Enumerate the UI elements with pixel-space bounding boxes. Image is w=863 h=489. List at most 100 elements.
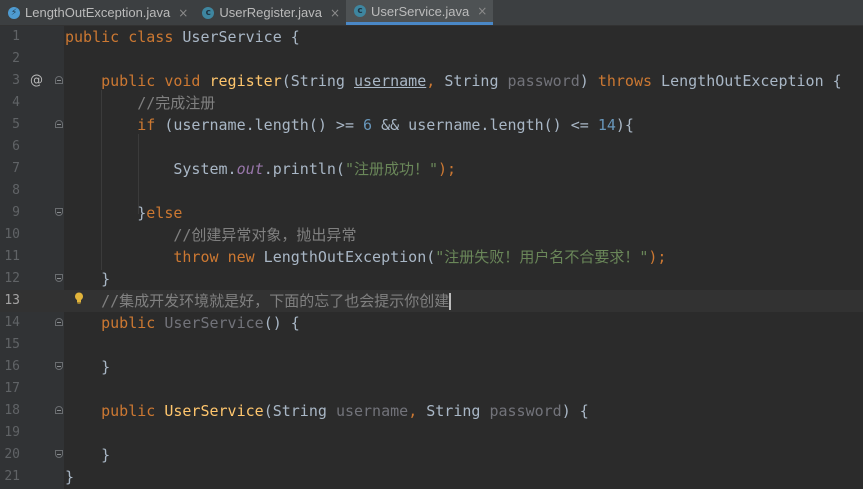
code-text: } — [65, 268, 110, 290]
close-icon[interactable]: × — [330, 6, 340, 20]
line-number: 18 — [4, 403, 20, 418]
code-text: } — [65, 466, 74, 488]
fold-icon[interactable] — [55, 120, 63, 128]
line-number: 1 — [12, 29, 20, 44]
code-line-current[interactable]: 13 //集成开发环境就是好，下面的忘了也会提示你创建 — [0, 290, 863, 312]
code-text-part: String — [444, 72, 508, 90]
code-text: } — [65, 356, 110, 378]
keyword: public — [101, 314, 165, 332]
fold-icon[interactable] — [55, 208, 63, 216]
keyword: throws — [597, 72, 653, 90]
line-number: 3 — [12, 73, 20, 88]
code-rest: ) { — [561, 402, 589, 420]
code-text-part: (String — [263, 402, 336, 420]
code-editor[interactable]: 1 public class UserService { 2 3 @ publi… — [0, 26, 863, 489]
code-text: //集成开发环境就是好，下面的忘了也会提示你创建 — [65, 290, 452, 312]
parameter-unused: password — [507, 72, 580, 90]
string-literal: "注册成功！" — [344, 160, 439, 178]
tab-user-register[interactable]: c UserRegister.java × — [194, 0, 346, 25]
code-line[interactable]: 3 @ public void register(String username… — [0, 70, 863, 92]
parameter-unused: username — [335, 402, 409, 420]
method-name: register — [209, 72, 282, 90]
line-number: 19 — [4, 425, 20, 440]
class-name: UserService — [182, 28, 282, 46]
code-text-part: (String — [281, 72, 354, 90]
close-icon[interactable]: × — [178, 6, 188, 20]
code-line[interactable]: 16 } — [0, 356, 863, 378]
code-line[interactable]: 11 throw new LengthOutException("注册失败！用户… — [0, 246, 863, 268]
fold-icon[interactable] — [55, 274, 63, 282]
code-rest: LengthOutException { — [652, 72, 842, 90]
line-number: 17 — [4, 381, 20, 396]
code-line[interactable]: 18 public UserService(String username, S… — [0, 400, 863, 422]
keyword: if — [137, 116, 156, 134]
fold-icon[interactable] — [55, 76, 63, 84]
code-text: //创建异常对象，抛出异常 — [65, 224, 356, 246]
line-number: 6 — [12, 139, 20, 154]
code-line[interactable]: 19 — [0, 422, 863, 444]
parameter-unused: password — [489, 402, 562, 420]
code-line[interactable]: 21 } — [0, 466, 863, 488]
code-line[interactable]: 1 public class UserService { — [0, 26, 863, 48]
code-text-part: (username.length() >= — [155, 116, 364, 134]
comment: //创建异常对象，抛出异常 — [173, 226, 357, 244]
code-line[interactable]: 8 — [0, 180, 863, 202]
code-text: public void register(String username, St… — [65, 70, 842, 92]
parameter: username — [354, 72, 427, 90]
keyword: else — [146, 204, 183, 222]
keyword: public void — [101, 72, 210, 90]
override-marker[interactable]: @ — [30, 70, 43, 92]
line-number: 8 — [12, 183, 20, 198]
code-text: throw new LengthOutException("注册失败！用户名不合… — [65, 246, 666, 268]
code-text-part: LengthOutException( — [254, 248, 436, 266]
string-literal: "注册失败！用户名不合要求！" — [435, 248, 649, 266]
line-number: 12 — [4, 271, 20, 286]
fold-icon[interactable] — [55, 450, 63, 458]
brace: } — [137, 204, 147, 222]
comment: //完成注册 — [137, 94, 216, 112]
fold-icon[interactable] — [55, 362, 63, 370]
code-text: public UserService() { — [65, 312, 300, 334]
code-line[interactable]: 14 public UserService() { — [0, 312, 863, 334]
code-line[interactable]: 4 //完成注册 — [0, 92, 863, 114]
number: 14 — [597, 116, 616, 134]
line-number: 9 — [12, 205, 20, 220]
tab-length-out-exception[interactable]: ⚡ LengthOutException.java × — [0, 0, 194, 25]
text-cursor — [449, 293, 452, 310]
close-icon[interactable]: × — [477, 4, 487, 18]
brace: } — [101, 446, 111, 464]
fold-icon[interactable] — [55, 318, 63, 326]
code-rest: { — [281, 28, 300, 46]
code-line[interactable]: 20 } — [0, 444, 863, 466]
code-line[interactable]: 17 — [0, 378, 863, 400]
code-text: public UserService(String username, Stri… — [65, 400, 589, 422]
constructor-name: UserService — [164, 314, 264, 332]
keyword: public — [101, 402, 165, 420]
code-text-part: String — [426, 402, 490, 420]
code-text: System.out.println("注册成功！"); — [65, 158, 456, 180]
class-icon: c — [202, 6, 215, 19]
code-line[interactable]: 15 — [0, 334, 863, 356]
code-line[interactable]: 2 — [0, 48, 863, 70]
code-line[interactable]: 7 System.out.println("注册成功！"); — [0, 158, 863, 180]
tab-user-service[interactable]: c UserService.java × — [346, 0, 494, 25]
line-number: 13 — [4, 293, 20, 308]
brace: } — [101, 270, 111, 288]
fold-icon[interactable] — [55, 406, 63, 414]
tab-label: LengthOutException.java — [25, 5, 171, 20]
code-text-part: ) — [579, 72, 598, 90]
tab-label: UserService.java — [371, 3, 470, 19]
line-number: 16 — [4, 359, 20, 374]
code-text-part: .println( — [263, 160, 345, 178]
code-line[interactable]: 6 — [0, 136, 863, 158]
code-rest: () { — [263, 314, 300, 332]
code-line[interactable]: 9 }else — [0, 202, 863, 224]
code-line[interactable]: 12 } — [0, 268, 863, 290]
line-number: 7 — [12, 161, 20, 176]
code-line[interactable]: 5 if (username.length() >= 6 && username… — [0, 114, 863, 136]
comment: //集成开发环境就是好，下面的忘了也会提示你创建 — [101, 292, 450, 310]
line-number: 14 — [4, 315, 20, 330]
code-line[interactable]: 10 //创建异常对象，抛出异常 — [0, 224, 863, 246]
tab-label: UserRegister.java — [219, 5, 322, 20]
line-number: 10 — [4, 227, 20, 242]
